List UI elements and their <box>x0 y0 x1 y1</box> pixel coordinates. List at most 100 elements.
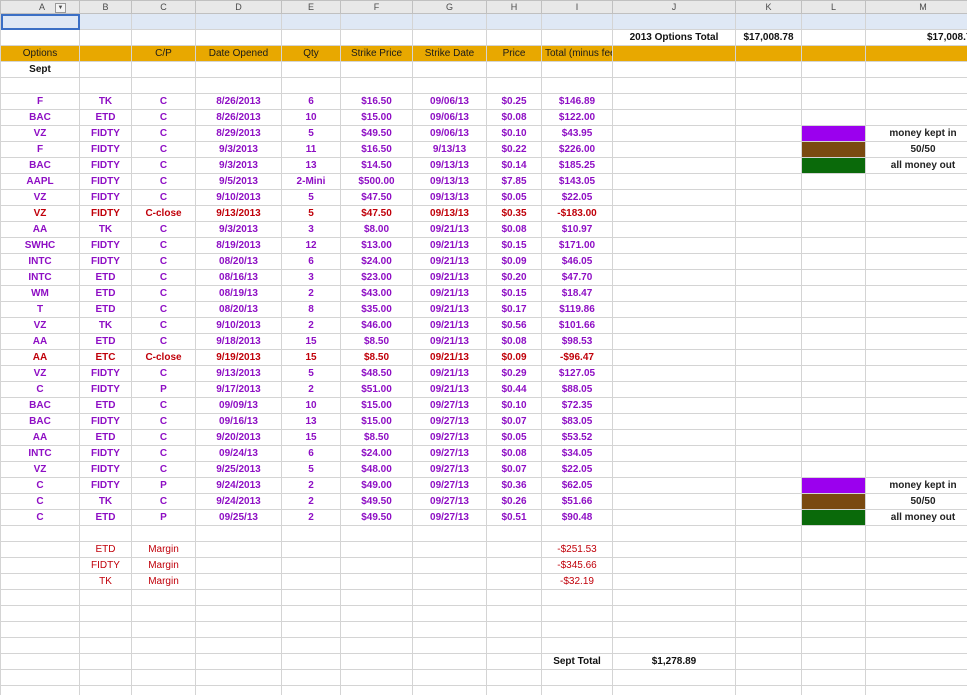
cell[interactable] <box>612 253 736 270</box>
cell[interactable] <box>195 605 282 622</box>
strike-price-cell[interactable]: $35.00 <box>340 301 413 318</box>
date-opened-cell[interactable]: 09/25/13 <box>195 509 282 526</box>
broker-cell[interactable]: TK <box>79 493 132 510</box>
cell[interactable] <box>486 61 542 78</box>
cell[interactable] <box>865 589 967 606</box>
total-cell[interactable]: $43.95 <box>541 125 613 142</box>
cell[interactable] <box>612 525 736 542</box>
cell[interactable] <box>735 13 802 30</box>
cp-cell[interactable]: C <box>131 365 196 382</box>
legend-swatch[interactable] <box>801 125 866 142</box>
cell[interactable] <box>612 173 736 190</box>
cell[interactable] <box>612 189 736 206</box>
cell[interactable] <box>0 589 80 606</box>
qty-cell[interactable]: 5 <box>281 189 341 206</box>
cell[interactable] <box>612 269 736 286</box>
selected-cell[interactable] <box>0 13 80 30</box>
price-cell[interactable]: $0.07 <box>486 413 542 430</box>
cell[interactable] <box>865 365 967 382</box>
strike-price-cell[interactable]: $48.00 <box>340 461 413 478</box>
options-total-label[interactable]: 2013 Options Total <box>612 29 736 46</box>
cell[interactable] <box>801 685 866 695</box>
cell[interactable] <box>412 541 487 558</box>
header-strike-date[interactable]: Strike Date <box>412 45 487 62</box>
qty-cell[interactable]: 5 <box>281 125 341 142</box>
symbol-cell[interactable]: BAC <box>0 413 80 430</box>
cell[interactable] <box>801 221 866 238</box>
cell[interactable] <box>195 557 282 574</box>
cell[interactable] <box>801 45 866 62</box>
broker-cell[interactable]: FIDTY <box>79 477 132 494</box>
cell[interactable] <box>801 653 866 670</box>
cell[interactable] <box>735 301 802 318</box>
cell[interactable] <box>612 685 736 695</box>
strike-date-cell[interactable]: 09/27/13 <box>412 397 487 414</box>
margin-broker-cell[interactable]: TK <box>79 573 132 590</box>
date-opened-cell[interactable]: 8/26/2013 <box>195 93 282 110</box>
cell[interactable] <box>131 605 196 622</box>
price-cell[interactable]: $0.14 <box>486 157 542 174</box>
cell[interactable] <box>612 541 736 558</box>
strike-price-cell[interactable]: $23.00 <box>340 269 413 286</box>
price-cell[interactable]: $0.09 <box>486 349 542 366</box>
cell[interactable] <box>612 93 736 110</box>
cell[interactable] <box>865 445 967 462</box>
strike-price-cell[interactable]: $49.50 <box>340 493 413 510</box>
cell[interactable] <box>735 109 802 126</box>
cell[interactable] <box>612 125 736 142</box>
broker-cell[interactable]: ETD <box>79 285 132 302</box>
column-header-g[interactable]: G <box>412 0 487 14</box>
cp-cell[interactable]: C <box>131 221 196 238</box>
header-date-opened[interactable]: Date Opened <box>195 45 282 62</box>
cp-cell[interactable]: P <box>131 477 196 494</box>
cell[interactable] <box>735 509 802 526</box>
cell[interactable] <box>281 653 341 670</box>
total-cell[interactable]: $10.97 <box>541 221 613 238</box>
qty-cell[interactable]: 2-Mini <box>281 173 341 190</box>
header-cp[interactable]: C/P <box>131 45 196 62</box>
strike-price-cell[interactable]: $51.00 <box>340 381 413 398</box>
qty-cell[interactable]: 11 <box>281 141 341 158</box>
cell[interactable] <box>412 685 487 695</box>
broker-cell[interactable]: FIDTY <box>79 253 132 270</box>
header-qty[interactable]: Qty <box>281 45 341 62</box>
cell[interactable] <box>801 109 866 126</box>
strike-date-cell[interactable]: 09/27/13 <box>412 509 487 526</box>
cell[interactable] <box>281 77 341 94</box>
cell[interactable] <box>612 61 736 78</box>
date-opened-cell[interactable]: 8/29/2013 <box>195 125 282 142</box>
cell[interactable] <box>0 605 80 622</box>
cell[interactable] <box>541 61 613 78</box>
broker-cell[interactable]: FIDTY <box>79 237 132 254</box>
column-header-j[interactable]: J <box>612 0 736 14</box>
symbol-cell[interactable]: BAC <box>0 109 80 126</box>
cell[interactable] <box>735 381 802 398</box>
qty-cell[interactable]: 15 <box>281 349 341 366</box>
total-cell[interactable]: $101.66 <box>541 317 613 334</box>
cell[interactable] <box>865 93 967 110</box>
cell[interactable] <box>735 685 802 695</box>
cell[interactable] <box>195 669 282 686</box>
price-cell[interactable]: $0.09 <box>486 253 542 270</box>
date-opened-cell[interactable]: 9/3/2013 <box>195 157 282 174</box>
column-header-c[interactable]: C <box>131 0 196 14</box>
price-cell[interactable]: $0.36 <box>486 477 542 494</box>
broker-cell[interactable]: FIDTY <box>79 205 132 222</box>
cell[interactable] <box>195 29 282 46</box>
date-opened-cell[interactable]: 9/19/2013 <box>195 349 282 366</box>
total-cell[interactable]: $98.53 <box>541 333 613 350</box>
cell[interactable] <box>735 285 802 302</box>
cell[interactable] <box>801 349 866 366</box>
strike-date-cell[interactable]: 09/21/13 <box>412 349 487 366</box>
cell[interactable] <box>865 685 967 695</box>
cell[interactable] <box>735 557 802 574</box>
header-total[interactable]: Total (minus fee <box>541 45 613 62</box>
cell[interactable] <box>281 541 341 558</box>
total-cell[interactable]: $22.05 <box>541 461 613 478</box>
cell[interactable] <box>865 269 967 286</box>
symbol-cell[interactable]: AA <box>0 429 80 446</box>
cell[interactable] <box>412 61 487 78</box>
broker-cell[interactable]: TK <box>79 221 132 238</box>
cell[interactable] <box>195 637 282 654</box>
cell[interactable] <box>340 685 413 695</box>
